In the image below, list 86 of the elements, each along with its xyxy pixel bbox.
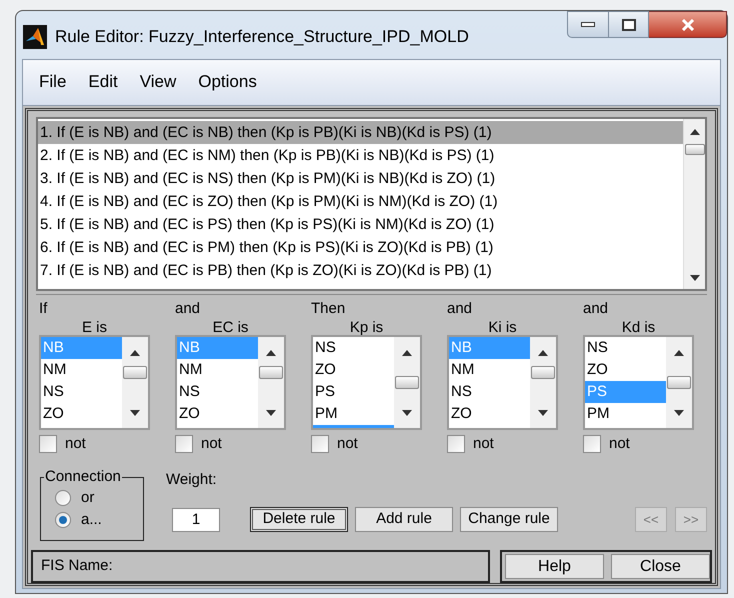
close-button[interactable]	[649, 11, 727, 38]
listbox[interactable]: NS ZO PS PM	[311, 334, 422, 430]
not-label: not	[65, 434, 86, 454]
variable-label: Kp is	[350, 318, 384, 336]
list-option[interactable]: NS	[585, 336, 666, 358]
variable-label: EC is	[212, 318, 248, 336]
scroll-up-icon[interactable]	[130, 350, 140, 356]
listbox[interactable]: NB NM NS ZO	[447, 334, 558, 430]
scroll-thumb[interactable]	[667, 376, 691, 388]
radio-label: a...	[81, 510, 102, 530]
not-label: not	[201, 434, 222, 454]
rule-button[interactable]: Change rule	[460, 507, 558, 532]
list-option[interactable]: ZO	[313, 358, 394, 380]
scroll-down-icon[interactable]	[266, 410, 276, 416]
not-checkbox[interactable]	[175, 434, 193, 453]
list-option[interactable]: ZO	[177, 402, 258, 424]
rule-item[interactable]: 2. If (E is NB) and (EC is NM) then (Kp is PB)(Ki is NB)(Kd is PS) (1)	[38, 144, 683, 166]
list-option[interactable]: ZO	[449, 402, 530, 424]
not-label: not	[609, 434, 630, 454]
scroll-down-icon[interactable]	[130, 410, 140, 416]
prefix-label: and	[583, 300, 610, 316]
list-option[interactable]: NM	[177, 358, 258, 380]
variable-label: Kd is	[622, 318, 656, 336]
list-option[interactable]: NS	[177, 380, 258, 402]
rule-button[interactable]: Delete rule	[250, 507, 348, 532]
scroll-down-icon[interactable]	[402, 410, 412, 416]
scroll-up-icon[interactable]	[674, 350, 684, 356]
list-option[interactable]: PM	[585, 402, 666, 424]
minimize-icon	[581, 22, 595, 27]
scroll-down-icon[interactable]	[538, 410, 548, 416]
not-checkbox[interactable]	[447, 434, 465, 453]
minimize-button[interactable]	[567, 11, 609, 38]
not-label: not	[337, 434, 358, 454]
radio-button[interactable]	[55, 490, 71, 506]
scroll-thumb[interactable]	[123, 366, 147, 378]
scroll-thumb[interactable]	[259, 366, 283, 378]
list-option[interactable]: NS	[449, 380, 530, 402]
list-option[interactable]: PM	[313, 402, 394, 424]
list-option[interactable]: ZO	[41, 402, 122, 424]
footer-button[interactable]: Close	[611, 554, 710, 579]
weight-field[interactable]: 1	[172, 508, 220, 532]
app-logo-icon	[23, 25, 47, 49]
scroll-thumb[interactable]	[531, 366, 555, 378]
footer-button[interactable]: Help	[505, 554, 604, 579]
menu-item[interactable]: Options	[188, 69, 267, 95]
radio-button[interactable]	[55, 512, 71, 528]
scrollbar[interactable]	[683, 118, 705, 288]
listbox[interactable]: NB NM NS ZO	[39, 334, 150, 430]
listbox[interactable]: NB NM NS ZO	[175, 334, 286, 430]
scroll-up-icon[interactable]	[402, 350, 412, 356]
variable-label: E is	[82, 318, 107, 336]
scroll-thumb[interactable]	[684, 144, 704, 154]
scroll-down-icon[interactable]	[674, 410, 684, 416]
close-icon	[680, 18, 694, 30]
menu-item[interactable]: View	[130, 69, 186, 95]
prefix-label: and	[175, 300, 202, 316]
listbox[interactable]: NS ZO PS PM	[583, 334, 694, 430]
not-label: not	[473, 434, 494, 454]
prefix-label: and	[447, 300, 474, 316]
maximize-icon	[622, 18, 636, 30]
scroll-down-icon	[690, 274, 700, 280]
not-checkbox[interactable]	[39, 434, 57, 453]
rule-item[interactable]: 1. If (E is NB) and (EC is NB) then (Kp is PB)(Ki is NB)(Kd is PS) (1)	[38, 120, 683, 144]
list-option[interactable]: ZO	[585, 358, 666, 380]
list-option[interactable]: NS	[313, 336, 394, 358]
weight-label: Weight:	[166, 471, 218, 489]
variable-label: Ki is	[488, 318, 517, 336]
scroll-thumb[interactable]	[395, 376, 419, 388]
maximize-button[interactable]	[609, 11, 649, 38]
list-option[interactable]: NM	[41, 358, 122, 380]
rule-button[interactable]: Add rule	[355, 507, 453, 532]
window-title: Rule Editor: Fuzzy_Interference_Structure_IPD_MOLD	[55, 26, 469, 48]
list-option[interactable]: PS	[313, 380, 394, 402]
list-option[interactable]: NM	[449, 358, 530, 380]
prefix-label: If	[39, 300, 48, 316]
scroll-up-icon	[690, 128, 700, 134]
list-option[interactable]: NS	[41, 380, 122, 402]
scroll-up-icon[interactable]	[538, 350, 548, 356]
prefix-label: Then	[311, 300, 346, 316]
menu-item[interactable]: File	[29, 69, 76, 95]
not-checkbox[interactable]	[583, 434, 601, 453]
not-checkbox[interactable]	[311, 434, 329, 453]
menu-item[interactable]: Edit	[78, 69, 128, 95]
fis-name-label: FIS Name:	[41, 556, 113, 576]
radio-label: or	[81, 488, 94, 508]
scroll-up-icon[interactable]	[266, 350, 276, 356]
